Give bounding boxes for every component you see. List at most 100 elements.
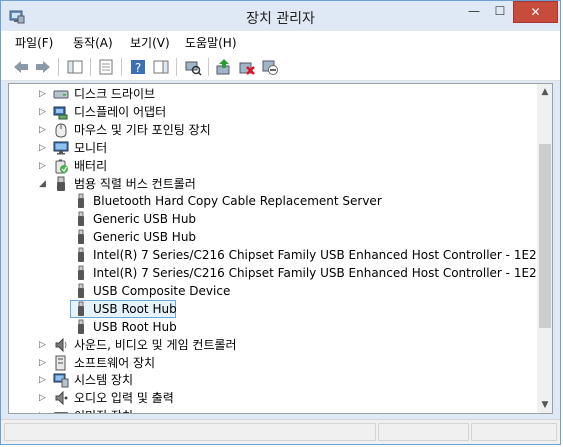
minimize-button[interactable]: — xyxy=(461,1,487,23)
tree-item-label: 이미징 장치 xyxy=(74,408,133,413)
expand-arrow-icon[interactable]: ▷ xyxy=(39,86,49,102)
tree-category-item[interactable]: ▷ 시스템 장치 xyxy=(9,371,537,389)
menu-action[interactable]: 동작(A) xyxy=(73,34,113,51)
tree-item-label: 사운드, 비디오 및 게임 컨트롤러 xyxy=(74,337,237,352)
mouse-icon xyxy=(55,123,67,138)
menu-file[interactable]: 파일(F) xyxy=(15,34,53,51)
disable-icon[interactable] xyxy=(261,58,279,76)
update-driver-icon[interactable] xyxy=(215,58,233,76)
close-button[interactable]: ✕ xyxy=(513,1,558,23)
menu-bar: 파일(F) 동작(A) 보기(V) 도움말(H) xyxy=(1,31,560,53)
tree-item-label: 범용 직렬 버스 컨트롤러 xyxy=(74,176,196,191)
tree-child-item[interactable]: USB Root Hub xyxy=(9,318,537,336)
usb-device-icon xyxy=(78,265,84,280)
disk-drive-icon xyxy=(53,90,69,99)
expand-arrow-icon[interactable]: ▷ xyxy=(39,158,49,174)
usb-device-icon xyxy=(78,211,84,227)
vertical-scrollbar[interactable]: ▲ ▼ xyxy=(537,84,552,413)
back-icon[interactable] xyxy=(12,58,30,76)
forward-icon[interactable] xyxy=(34,58,52,76)
scrollbar-thumb[interactable] xyxy=(539,144,551,328)
tree-item-label: USB Composite Device xyxy=(93,283,231,298)
status-bar xyxy=(1,419,560,444)
status-segment xyxy=(471,423,557,441)
tree-child-item[interactable]: Bluetooth Hard Copy Cable Replacement Se… xyxy=(9,192,537,210)
tree-category-item[interactable]: ◢ 범용 직렬 버스 컨트롤러 xyxy=(9,175,537,193)
usb-device-icon xyxy=(78,193,84,209)
tree-item-label: USB Root Hub xyxy=(93,301,177,316)
expand-arrow-icon[interactable]: ▷ xyxy=(39,408,49,413)
tree-category-item[interactable]: ▷ 이미징 장치 xyxy=(9,407,537,413)
expand-arrow-icon[interactable]: ▷ xyxy=(39,122,49,138)
expand-arrow-icon[interactable]: ▷ xyxy=(39,355,49,371)
tree-category-item[interactable]: ▷ 디스플레이 어댑터 xyxy=(9,103,537,121)
tree-child-item[interactable]: Generic USB Hub xyxy=(9,228,537,246)
tree-item-label: 디스플레이 어댑터 xyxy=(74,104,167,119)
svg-text:?: ? xyxy=(135,61,141,75)
usb-device-icon xyxy=(78,283,84,298)
toolbar-separator xyxy=(176,58,177,76)
tree-item-label: 오디오 입력 및 출력 xyxy=(74,391,174,406)
system-device-icon xyxy=(53,373,69,388)
expand-arrow-icon[interactable]: ▷ xyxy=(39,390,49,406)
usb-device-icon xyxy=(78,319,84,334)
tree-child-item[interactable]: USB Root Hub xyxy=(9,300,537,318)
menu-view[interactable]: 보기(V) xyxy=(130,34,170,51)
expand-arrow-icon[interactable]: ▷ xyxy=(39,372,49,388)
toolbar: ? xyxy=(1,53,560,81)
maximize-button[interactable]: ☐ xyxy=(487,1,513,23)
scroll-up-icon[interactable]: ▲ xyxy=(537,84,552,100)
imaging-device-icon xyxy=(54,412,68,413)
show-hide-console-tree-icon[interactable] xyxy=(66,58,84,76)
tree-item-label: Generic USB Hub xyxy=(93,230,197,245)
tree-child-item[interactable]: USB Composite Device xyxy=(9,282,537,300)
title-bar[interactable]: 장치 관리자 — ☐ ✕ xyxy=(1,1,560,31)
tree-child-item[interactable]: Intel(R) 7 Series/C216 Chipset Family US… xyxy=(9,264,544,282)
action-pane-icon[interactable] xyxy=(152,58,170,76)
tree-item-label: Intel(R) 7 Series/C216 Chipset Family US… xyxy=(93,248,546,263)
toolbar-separator xyxy=(58,58,59,76)
usb-device-icon xyxy=(78,229,84,245)
tree-item-label: 소프트웨어 장치 xyxy=(74,355,156,370)
display-adapter-icon xyxy=(53,106,68,120)
scroll-down-icon[interactable]: ▼ xyxy=(537,397,552,413)
usb-icon xyxy=(57,176,65,191)
usb-device-icon xyxy=(78,301,84,316)
collapse-arrow-icon[interactable]: ◢ xyxy=(39,176,49,192)
tree-item-label: 모니터 xyxy=(74,140,108,155)
monitor-icon xyxy=(53,141,69,155)
battery-icon xyxy=(55,159,68,174)
tree-item-label: Intel(R) 7 Series/C216 Chipset Family US… xyxy=(93,266,545,280)
menu-help[interactable]: 도움말(H) xyxy=(185,34,237,51)
tree-category-item[interactable]: ▷ 소프트웨어 장치 xyxy=(9,354,537,372)
properties-icon[interactable] xyxy=(97,58,115,76)
device-manager-window: 장치 관리자 — ☐ ✕ 파일(F) 동작(A) 보기(V) 도움말(H) ? … xyxy=(0,0,561,445)
tree-item-label: Generic USB Hub xyxy=(93,212,197,227)
toolbar-separator xyxy=(208,58,209,76)
software-device-icon xyxy=(55,355,66,370)
status-segment xyxy=(378,423,469,441)
tree-child-item[interactable]: Generic USB Hub xyxy=(9,210,537,228)
tree-item-label: USB Root Hub xyxy=(93,319,177,334)
tree-category-item[interactable]: ▷ 디스크 드라이브 xyxy=(9,85,537,103)
tree-item-label: 디스크 드라이브 xyxy=(74,87,156,101)
tree-category-item[interactable]: ▷ 배터리 xyxy=(9,157,537,175)
tree-item-label: Bluetooth Hard Copy Cable Replacement Se… xyxy=(93,194,382,209)
uninstall-icon[interactable] xyxy=(238,58,256,76)
tree-category-item[interactable]: ▷ 모니터 xyxy=(9,139,537,157)
tree-category-item[interactable]: ▷ 마우스 및 기타 포인팅 장치 xyxy=(9,121,537,139)
device-tree: ▷ 디스크 드라이브 ▷ 디스플레이 어댑터 ▷ 마우스 및 기타 포인팅 장치 ▷ 모니터 ▷… xyxy=(8,83,553,414)
audio-io-icon xyxy=(55,391,68,406)
help-icon[interactable]: ? xyxy=(129,58,147,76)
tree-category-item[interactable]: ▷ 오디오 입력 및 출력 xyxy=(9,389,537,407)
scan-hardware-icon[interactable] xyxy=(184,58,202,76)
tree-child-item[interactable]: Intel(R) 7 Series/C216 Chipset Family US… xyxy=(9,246,546,264)
toolbar-separator xyxy=(90,58,91,76)
speaker-icon xyxy=(55,337,67,352)
expand-arrow-icon[interactable]: ▷ xyxy=(39,104,49,120)
status-segment xyxy=(4,423,376,441)
tree-category-item[interactable]: ▷ 사운드, 비디오 및 게임 컨트롤러 xyxy=(9,336,537,354)
expand-arrow-icon[interactable]: ▷ xyxy=(39,337,49,353)
expand-arrow-icon[interactable]: ▷ xyxy=(39,140,49,156)
usb-device-icon xyxy=(78,247,84,263)
